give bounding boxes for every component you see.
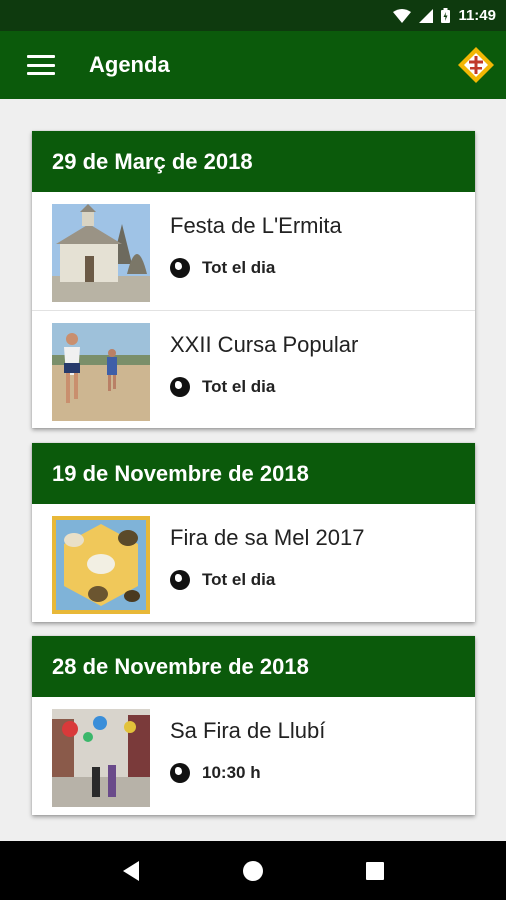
event-title: Sa Fira de Llubí (170, 718, 326, 743)
day-card: 28 de Novembre de 2018 Sa Fira de Llubí (32, 636, 475, 815)
event-time: 10:30 h (170, 763, 261, 783)
event-item[interactable]: Festa de L'Ermita Tot el dia (32, 192, 475, 310)
day-date-header: 19 de Novembre de 2018 (32, 443, 475, 504)
event-thumbnail (52, 709, 150, 807)
event-title: Fira de sa Mel 2017 (170, 525, 365, 550)
event-time-label: 10:30 h (202, 763, 261, 782)
wifi-icon (393, 8, 412, 23)
event-thumbnail (52, 323, 150, 421)
event-time-label: Tot el dia (202, 258, 276, 277)
recents-icon[interactable] (355, 851, 395, 891)
status-time: 11:49 (458, 7, 496, 24)
battery-icon (441, 8, 451, 23)
globe-icon (170, 763, 190, 783)
globe-icon (170, 258, 190, 278)
system-nav-bar (0, 841, 506, 900)
back-icon[interactable] (111, 851, 151, 891)
agenda-list[interactable]: 29 de Març de 2018 Festa de L'Ermita Tot… (0, 99, 506, 841)
event-time: Tot el dia (170, 570, 275, 590)
status-bar: 11:49 (0, 0, 506, 31)
day-date-header: 29 de Març de 2018 (32, 131, 475, 192)
event-title: XXII Cursa Popular (170, 332, 359, 357)
event-time-label: Tot el dia (202, 570, 276, 589)
event-time: Tot el dia (170, 377, 275, 397)
event-time: Tot el dia (170, 258, 275, 278)
globe-icon (170, 377, 190, 397)
app-bar: Agenda (0, 31, 506, 99)
event-thumbnail (52, 204, 150, 302)
signal-icon (419, 8, 434, 23)
page-title: Agenda (89, 52, 170, 77)
day-card: 29 de Març de 2018 Festa de L'Ermita Tot… (32, 131, 475, 428)
day-date-header: 28 de Novembre de 2018 (32, 636, 475, 697)
menu-icon[interactable] (27, 55, 55, 75)
event-item[interactable]: XXII Cursa Popular Tot el dia (32, 310, 475, 428)
event-time-label: Tot el dia (202, 377, 276, 396)
coat-of-arms-logo[interactable] (456, 45, 496, 85)
event-title: Festa de L'Ermita (170, 213, 342, 238)
event-item[interactable]: Sa Fira de Llubí 10:30 h (32, 697, 475, 815)
globe-icon (170, 570, 190, 590)
day-card: 19 de Novembre de 2018 Fira de sa Mel 20… (32, 443, 475, 622)
home-icon[interactable] (233, 851, 273, 891)
event-thumbnail (52, 516, 150, 614)
event-item[interactable]: Fira de sa Mel 2017 Tot el dia (32, 504, 475, 622)
